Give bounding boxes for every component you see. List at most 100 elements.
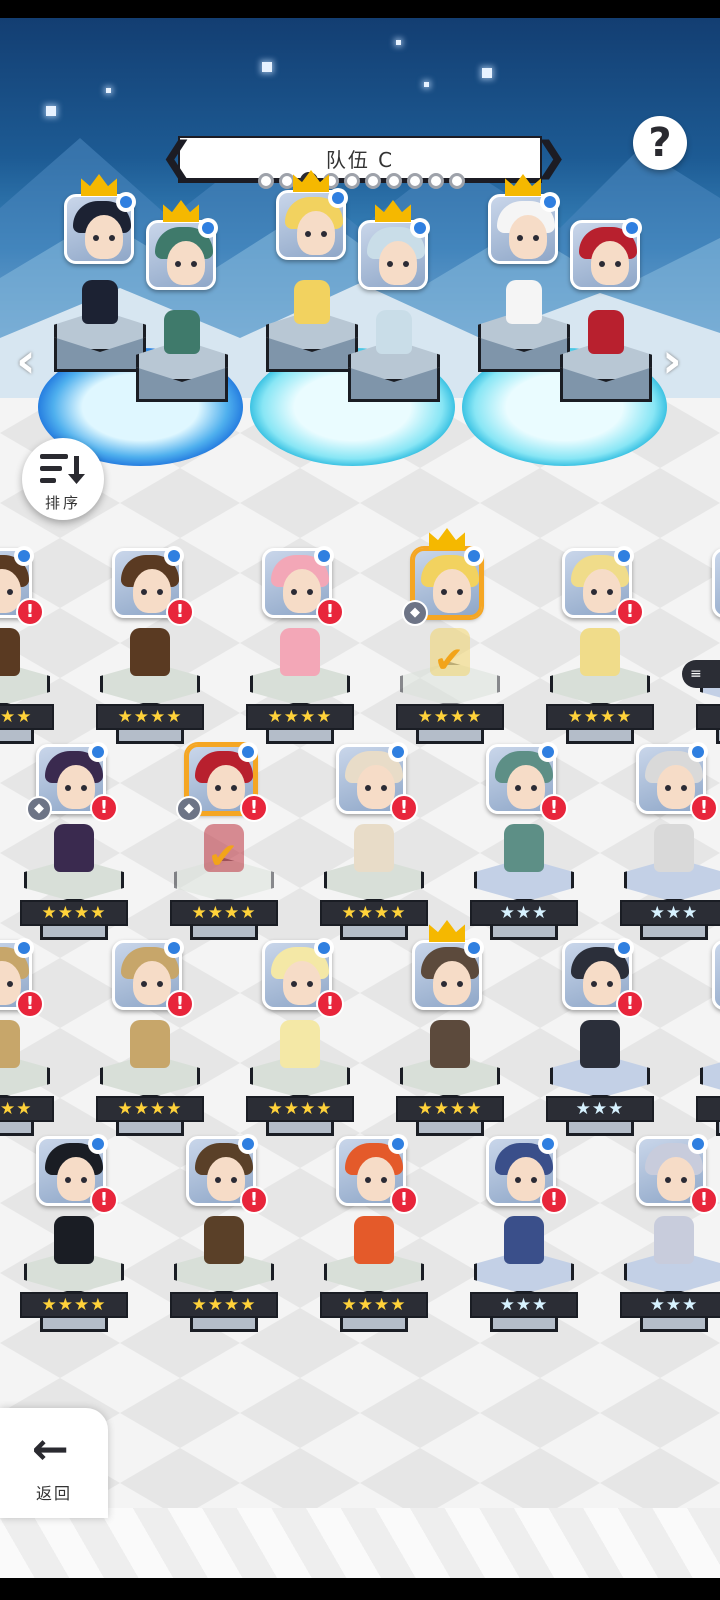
page-dot[interactable] — [258, 173, 274, 189]
portrait-face — [591, 241, 629, 285]
portrait-eye — [681, 785, 687, 791]
status-dot-icon — [88, 742, 108, 762]
character-portrait[interactable] — [712, 940, 720, 1010]
portrait-eye — [305, 231, 311, 237]
next-team-arrow-icon[interactable]: › — [662, 336, 682, 386]
status-dot-icon — [614, 546, 634, 566]
character-portrait[interactable] — [712, 548, 720, 618]
alert-icon: ! — [316, 990, 344, 1018]
status-dot-icon — [116, 192, 136, 212]
character-sprite — [0, 1020, 20, 1068]
portrait-eye — [157, 589, 163, 595]
portrait-eye — [231, 1177, 237, 1183]
team-page-dots[interactable] — [258, 172, 465, 190]
star-rating: ★★★★ — [246, 1096, 354, 1122]
back-arrow-icon: ← — [32, 1424, 69, 1475]
status-dot-icon — [14, 546, 34, 566]
portrait-face — [357, 1157, 395, 1201]
sort-label: 排序 — [44, 494, 81, 512]
character-sprite — [204, 1216, 244, 1264]
portrait-face — [507, 765, 545, 809]
page-dot[interactable] — [365, 173, 381, 189]
star-rating: ★★★★ — [0, 1096, 54, 1122]
team-character-sprite — [82, 280, 118, 324]
pedestal-base — [190, 926, 258, 940]
side-panel-tab[interactable]: ≡ — [682, 660, 720, 688]
portrait-eye — [291, 981, 297, 987]
portrait-eye — [441, 981, 447, 987]
alert-icon: ! — [166, 598, 194, 626]
portrait-eye — [531, 1177, 537, 1183]
status-dot-icon — [328, 188, 348, 208]
star-rating: ★★★ — [620, 1292, 720, 1318]
portrait-eye — [531, 785, 537, 791]
sort-button[interactable]: 排序 — [22, 438, 104, 520]
pedestal-base — [40, 1318, 108, 1332]
status-dot-icon — [314, 546, 334, 566]
alert-icon: ! — [16, 598, 44, 626]
sort-icon — [40, 454, 85, 484]
portrait-eye — [607, 981, 613, 987]
team-character-sprite — [164, 310, 200, 354]
page-dot[interactable] — [407, 173, 423, 189]
star-rating: ★★★★ — [20, 900, 128, 926]
star-rating: ★★★ — [470, 1292, 578, 1318]
portrait-eye — [191, 261, 197, 267]
character-sprite — [580, 1020, 620, 1068]
back-button[interactable]: ← 返回 — [0, 1408, 108, 1518]
pedestal-base — [340, 1318, 408, 1332]
pedestal-base — [40, 926, 108, 940]
portrait-eye — [215, 785, 221, 791]
status-dot-icon — [464, 938, 484, 958]
portrait-eye — [141, 589, 147, 595]
portrait-face — [657, 1157, 695, 1201]
portrait-face — [583, 961, 621, 1005]
team-title: 队伍 C — [325, 148, 395, 172]
page-dot[interactable] — [449, 173, 465, 189]
page-dot[interactable] — [279, 173, 295, 189]
portrait-eye — [81, 1177, 87, 1183]
pedestal-base — [640, 1318, 708, 1332]
page-dot[interactable] — [428, 173, 444, 189]
status-dot-icon — [164, 546, 184, 566]
star-rating: ★★★★ — [170, 1292, 278, 1318]
gem-icon: ◆ — [26, 796, 52, 822]
sky-star — [482, 68, 492, 78]
prev-team-arrow-icon[interactable]: ‹ — [16, 336, 36, 386]
page-dot[interactable] — [386, 173, 402, 189]
portrait-eye — [93, 235, 99, 241]
portrait-face — [433, 961, 471, 1005]
page-dot[interactable] — [344, 173, 360, 189]
portrait-eye — [591, 981, 597, 987]
pedestal-base — [116, 730, 184, 744]
portrait-eye — [665, 785, 671, 791]
help-button[interactable]: ? — [633, 116, 687, 170]
portrait-eye — [215, 1177, 221, 1183]
status-dot-icon — [238, 1134, 258, 1154]
alert-icon: ! — [90, 794, 118, 822]
star-rating: ★★★★ — [96, 1096, 204, 1122]
portrait-eye — [599, 261, 605, 267]
character-sprite — [654, 824, 694, 872]
portrait-eye — [7, 589, 13, 595]
portrait-face — [433, 569, 471, 613]
pedestal-base — [266, 730, 334, 744]
pedestal-base — [490, 1318, 558, 1332]
alert-icon: ! — [240, 794, 268, 822]
portrait-face — [507, 1157, 545, 1201]
pedestal-base — [340, 926, 408, 940]
character-sprite — [354, 1216, 394, 1264]
star-rating: ★★★★ — [320, 1292, 428, 1318]
portrait-eye — [665, 1177, 671, 1183]
portrait-eye — [441, 589, 447, 595]
portrait-eye — [291, 589, 297, 595]
star-rating: ★★★★ — [170, 900, 278, 926]
character-sprite — [354, 824, 394, 872]
portrait-eye — [615, 261, 621, 267]
pedestal-base — [0, 730, 34, 744]
pedestal-base — [716, 1122, 720, 1136]
alert-icon: ! — [390, 794, 418, 822]
portrait-face — [57, 765, 95, 809]
star-rating: ★★★★ — [246, 704, 354, 730]
portrait-face — [57, 1157, 95, 1201]
